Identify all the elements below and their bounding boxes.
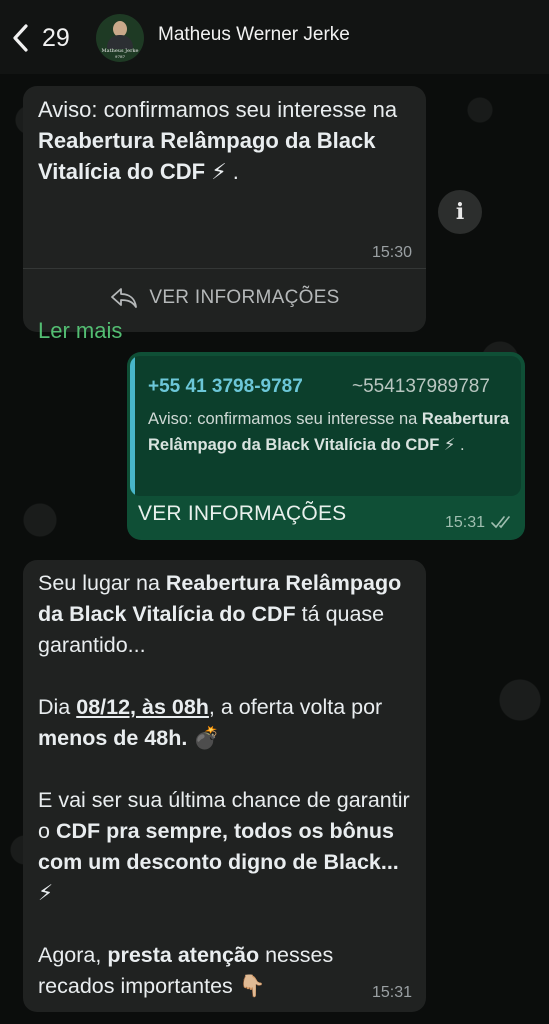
quote-bar (130, 356, 135, 496)
quoted-text: Aviso: confirmamos seu interesse na Reab… (148, 406, 511, 458)
message-paragraph: E vai ser sua última chance de garantir … (38, 785, 414, 909)
divider (23, 268, 426, 269)
message-bubble-incoming[interactable]: Seu lugar na Reabertura Relâmpago da Bla… (23, 560, 426, 1012)
reply-arrow-icon (111, 288, 138, 308)
back-button[interactable]: 29 (10, 20, 70, 56)
message-time: 15:30 (371, 244, 412, 261)
unread-count: 29 (42, 23, 70, 52)
message-text-part: Seu lugar na (38, 571, 166, 595)
quoted-text-part: Aviso: confirmamos seu interesse na (148, 410, 422, 428)
view-info-button[interactable]: VER INFORMAÇÕES (138, 502, 346, 526)
message-text-part: Aviso: confirmamos seu interesse na (38, 97, 398, 122)
info-icon[interactable]: i (438, 190, 482, 234)
quoted-sender-alias: ~554137989787 (352, 376, 490, 397)
message-text-bold: menos de 48h. (38, 726, 188, 750)
avatar[interactable]: Matheus Jerke 9787 (96, 14, 144, 62)
avatar-logo-number: 9787 (114, 54, 126, 59)
quoted-text-part: ⚡ . (439, 436, 465, 454)
message-text: Seu lugar na Reabertura Relâmpago da Bla… (38, 568, 414, 1002)
message-text-part: ⚡ . (205, 159, 239, 184)
view-info-button[interactable]: VER INFORMAÇÕES (23, 286, 426, 310)
chat-header: 29 Matheus Jerke 9787 Matheus Werner Jer… (0, 0, 549, 74)
message-text-part: Agora, (38, 943, 108, 967)
message-paragraph: Dia 08/12, às 08h, a oferta volta por me… (38, 692, 414, 754)
view-info-label: VER INFORMAÇÕES (149, 287, 340, 308)
double-check-icon (491, 516, 510, 529)
message-text-part: , a oferta volta por (208, 695, 383, 719)
avatar-body (107, 35, 133, 49)
message-time: 15:31 (444, 514, 485, 531)
quoted-message[interactable]: +55 41 3798-9787 ~554137989787 Aviso: co… (130, 356, 521, 496)
chevron-left-icon (13, 24, 28, 52)
contact-name[interactable]: Matheus Werner Jerke (158, 24, 350, 46)
quoted-sender-phone: +55 41 3798-9787 (148, 376, 303, 397)
read-more-link[interactable]: Ler mais (38, 318, 122, 344)
lightning-emoji: ⚡ (38, 881, 54, 905)
message-text-part: Dia (38, 695, 77, 719)
bomb-emoji: 💣 (187, 726, 221, 750)
message-text-bold: CDF pra sempre, todos os bônus com um de… (38, 819, 399, 874)
message-text-bold: presta atenção (107, 943, 260, 967)
message-paragraph: Seu lugar na Reabertura Relâmpago da Bla… (38, 568, 414, 661)
date-link[interactable]: 08/12, às 08h (76, 695, 209, 719)
message-bubble-incoming[interactable]: Aviso: confirmamos seu interesse na Reab… (23, 86, 426, 343)
message-time: 15:31 (371, 984, 412, 1001)
message-paragraph: Agora, presta atenção nesses recados imp… (38, 940, 414, 1002)
message-text: Aviso: confirmamos seu interesse na Reab… (38, 94, 414, 187)
message-bubble-outgoing[interactable]: +55 41 3798-9787 ~554137989787 Aviso: co… (127, 352, 525, 540)
